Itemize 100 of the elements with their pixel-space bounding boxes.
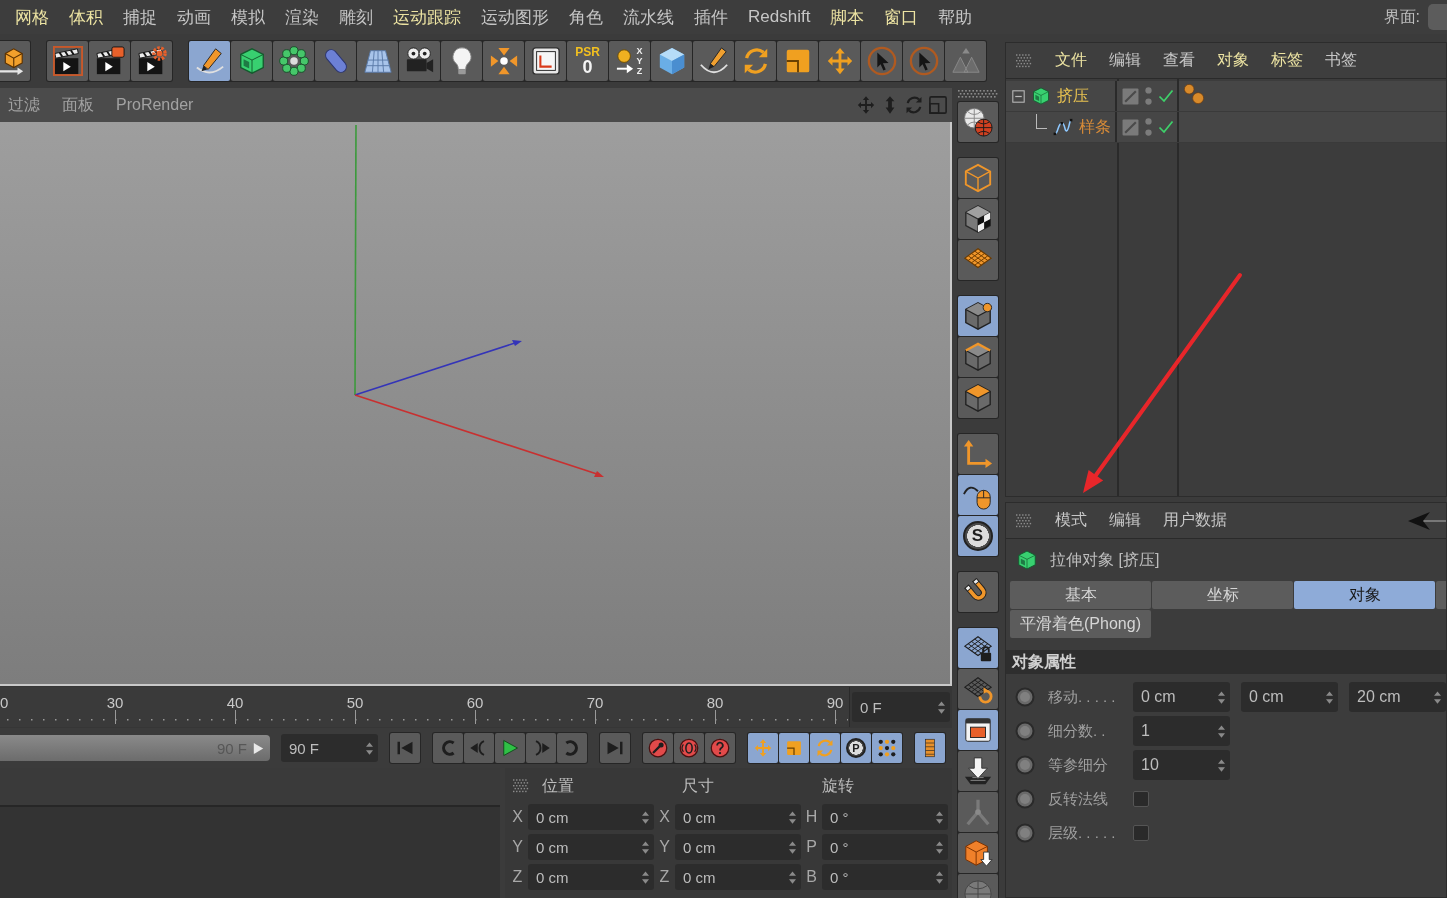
tool-button[interactable] <box>0 41 30 81</box>
spinner-icon[interactable] <box>938 700 945 714</box>
layer-box-icon[interactable] <box>1122 87 1139 105</box>
coordinate-field[interactable]: 0 ° <box>822 804 948 830</box>
coordinate-field[interactable]: 0 cm <box>528 804 654 830</box>
tool-button[interactable] <box>957 475 998 515</box>
spinner-icon[interactable] <box>789 810 796 824</box>
tool-button[interactable] <box>441 41 482 81</box>
number-field[interactable]: 0 cm <box>1133 682 1230 712</box>
menu-item[interactable]: 插件 <box>694 5 728 29</box>
spinner-icon[interactable] <box>1218 758 1225 772</box>
coordinate-field[interactable]: 0 cm <box>675 864 801 890</box>
back-arrow-icon[interactable] <box>1406 510 1446 531</box>
menu-item[interactable]: 文件 <box>1055 50 1087 71</box>
menu-item[interactable]: 渲染 <box>285 5 319 29</box>
coordinate-field[interactable]: 0 cm <box>675 834 801 860</box>
spinner-icon[interactable] <box>789 840 796 854</box>
coordinate-field[interactable]: 0 ° <box>822 834 948 860</box>
spinner-icon[interactable] <box>936 810 943 824</box>
tool-button[interactable] <box>693 41 734 81</box>
tool-button[interactable] <box>89 41 130 81</box>
menu-item[interactable]: 编辑 <box>1109 50 1141 71</box>
spinner-icon[interactable] <box>642 810 649 824</box>
tool-button[interactable] <box>957 572 998 612</box>
coordinate-field[interactable]: 0 cm <box>675 804 801 830</box>
tool-button[interactable] <box>957 833 998 873</box>
menu-item[interactable]: 模式 <box>1055 510 1087 531</box>
menu-item[interactable]: 运动图形 <box>481 5 549 29</box>
ring-icon[interactable] <box>1015 789 1035 809</box>
end-frame-field[interactable]: 90 F <box>281 734 378 762</box>
ring-icon[interactable] <box>1015 721 1035 741</box>
spinner-icon[interactable] <box>789 870 796 884</box>
tool-button[interactable] <box>957 337 998 377</box>
dots-icon[interactable] <box>1145 117 1152 137</box>
menu-item[interactable]: 标签 <box>1271 50 1303 71</box>
spinner-icon[interactable] <box>642 840 649 854</box>
tool-button[interactable]: P <box>841 733 871 763</box>
menu-item[interactable]: 运动跟踪 <box>393 5 461 29</box>
current-frame-field[interactable]: 0 F <box>852 692 950 722</box>
tool-button[interactable]: X Y Z <box>609 41 650 81</box>
layer-box-icon[interactable] <box>1122 118 1139 136</box>
object-name[interactable]: 挤压 <box>1057 85 1089 107</box>
tool-button[interactable] <box>525 41 566 81</box>
tool-button[interactable] <box>957 628 998 668</box>
menu-item[interactable]: 脚本 <box>830 5 865 29</box>
tool-button[interactable] <box>957 710 998 750</box>
play-icon[interactable] <box>253 741 264 755</box>
tool-button[interactable]: S <box>957 516 998 556</box>
tool-button[interactable]: PSR 0 <box>567 41 608 81</box>
tool-button[interactable] <box>399 41 440 81</box>
number-field[interactable]: 0 cm <box>1241 682 1338 712</box>
tab[interactable]: 平滑着色(Phong) <box>1010 610 1151 638</box>
menu-item[interactable]: 对象 <box>1217 50 1249 71</box>
checkbox[interactable] <box>1133 825 1149 841</box>
spheres-icon[interactable] <box>1183 83 1205 105</box>
dots-icon[interactable] <box>1145 86 1152 106</box>
object-name[interactable]: 样条 <box>1079 116 1111 138</box>
tool-button[interactable] <box>47 41 88 81</box>
menu-item[interactable]: 窗口 <box>884 5 919 29</box>
menu-item[interactable]: 雕刻 <box>339 5 373 29</box>
coordinate-field[interactable]: 0 cm <box>528 864 654 890</box>
tool-button[interactable] <box>957 199 998 239</box>
object-row[interactable]: 挤压 <box>1006 81 1446 112</box>
menu-item[interactable]: 帮助 <box>938 5 973 29</box>
menu-item[interactable]: 动画 <box>177 5 211 29</box>
menu-item[interactable]: 查看 <box>1163 50 1195 71</box>
object-row[interactable]: 样条 <box>1006 112 1446 143</box>
tool-button[interactable] <box>189 41 230 81</box>
check-icon[interactable] <box>1158 88 1174 104</box>
spinner-icon[interactable] <box>1218 724 1225 738</box>
ring-icon[interactable] <box>1015 755 1035 775</box>
tool-button[interactable] <box>957 434 998 474</box>
spinner-icon[interactable] <box>1434 690 1441 704</box>
tool-button[interactable] <box>131 41 172 81</box>
spinner-icon[interactable] <box>642 870 649 884</box>
number-field[interactable]: 10 <box>1133 750 1230 780</box>
menu-item[interactable]: 模拟 <box>231 5 265 29</box>
tool-button[interactable] <box>957 158 998 198</box>
tool-button[interactable] <box>957 669 998 709</box>
menu-item[interactable]: 角色 <box>569 5 603 29</box>
tab[interactable]: 坐标 <box>1152 581 1293 609</box>
spinner-icon[interactable] <box>936 870 943 884</box>
tool-button[interactable] <box>957 378 998 418</box>
spinner-icon[interactable] <box>366 741 373 755</box>
spinner-icon[interactable] <box>936 840 943 854</box>
menu-item[interactable]: 体积 <box>69 5 103 29</box>
timeline-ruler[interactable]: 0 30 40 50 60 70 80 90 <box>0 687 850 727</box>
tool-button[interactable] <box>872 733 902 763</box>
checkbox[interactable] <box>1133 791 1149 807</box>
check-icon[interactable] <box>1158 119 1174 135</box>
tool-button[interactable] <box>957 102 998 142</box>
menu-item[interactable]: Redshift <box>748 7 811 27</box>
spinner-icon[interactable] <box>1326 690 1333 704</box>
menu-item[interactable]: 流水线 <box>623 5 674 29</box>
menu-item[interactable]: 过滤 <box>8 94 40 116</box>
tab[interactable]: 基本 <box>1010 581 1151 609</box>
number-field[interactable]: 20 cm <box>1349 682 1446 712</box>
menu-item[interactable]: 捕捉 <box>123 5 157 29</box>
menu-item[interactable]: 书签 <box>1325 50 1357 71</box>
menu-item[interactable]: 网格 <box>15 5 49 29</box>
